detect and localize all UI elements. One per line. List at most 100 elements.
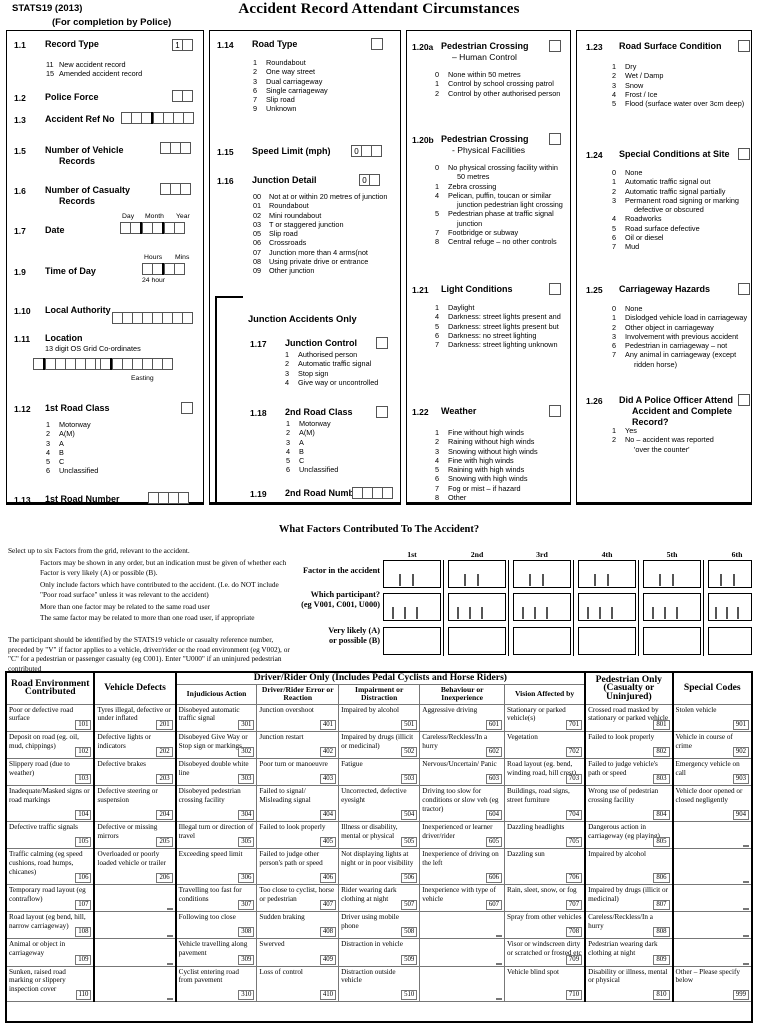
factor-cell[interactable]: Distraction in vehicle 509 (338, 938, 421, 967)
police-attend-input[interactable] (738, 394, 750, 406)
factor-cell[interactable]: Inadequate/Masked signs or road markings… (6, 785, 95, 823)
factor-cell[interactable]: Failed to signal/ Misleading signal 404 (256, 785, 340, 823)
factor-cell[interactable]: Visor or windscreen dirty or scratched o… (504, 938, 586, 967)
factor-cell[interactable]: Slippery road (due to weather) 103 (6, 758, 95, 787)
factor-cell[interactable]: Defective lights or indicators 202 (93, 730, 177, 760)
factor-cell[interactable]: Poor turn or manoeuvre 403 (256, 758, 340, 787)
road-surface-input[interactable] (738, 40, 750, 52)
factor-cell[interactable]: Distraction outside vehicle 510 (338, 965, 421, 1003)
factor-cell[interactable]: Vehicle in course of crime 902 (671, 730, 752, 760)
factor-cell[interactable]: Other – Please specify below 999 (671, 965, 752, 1003)
factor-cell[interactable] (93, 938, 177, 967)
factor-cell[interactable]: Stationary or parked vehicle(s) 701 (504, 703, 586, 732)
factor-cell[interactable]: Nervous/Uncertain/ Panic 603 (419, 758, 506, 787)
factor-cell[interactable]: Deposit on road (eg. oil, mud, chippings… (6, 730, 95, 760)
factor-cell[interactable]: Rain, sleet, snow, or fog 707 (504, 884, 586, 913)
speed-limit-input[interactable]: 0 (351, 145, 382, 157)
record-type-digit-2[interactable] (182, 39, 193, 51)
factor-cell[interactable]: Travelling too fast for conditions 307 (174, 884, 258, 913)
vehicle-records-input[interactable] (160, 142, 191, 154)
factor-cell[interactable]: Loss of control 410 (256, 965, 340, 1003)
factor-cell[interactable]: Driver using mobile phone 508 (338, 911, 421, 940)
factor-cell[interactable]: Road layout (eg. bend, winding road, hil… (504, 758, 586, 787)
factor-cell[interactable] (671, 821, 752, 850)
junction-control-input[interactable] (376, 337, 388, 349)
ref-digit[interactable] (183, 112, 194, 124)
factor-cell[interactable]: Driving too slow for conditions or slow … (419, 785, 506, 823)
factor-cell[interactable]: Sudden braking 408 (256, 911, 340, 940)
ped-crossing-physical-input[interactable] (549, 133, 561, 145)
factor-cell[interactable]: Failed to judge vehicle's path or speed 8… (584, 758, 674, 787)
factor-cell[interactable]: Impaired by drugs (illicit or medicinal)… (584, 884, 674, 913)
factor-cell[interactable] (671, 911, 752, 940)
factor-cell[interactable]: Disability or illness, mental or physica… (584, 965, 674, 1003)
factor-cell[interactable]: Defective brakes 203 (93, 758, 177, 787)
factor-cell[interactable]: Defective steering or suspension 204 (93, 785, 177, 823)
location-northing-input[interactable] (33, 358, 106, 370)
factor-cell[interactable] (419, 938, 506, 967)
factor-cell[interactable]: Emergency vehicle on call 903 (671, 758, 752, 787)
factor-cell[interactable] (671, 938, 752, 967)
weather-input[interactable] (549, 405, 561, 417)
factor-cell[interactable]: Careless/Reckless/In a hurry 808 (584, 911, 674, 940)
factor-cell[interactable] (93, 884, 177, 913)
factor-cell[interactable]: Illegal turn or direction of travel 305 (174, 821, 258, 850)
factor-cell[interactable]: Junction overshoot 401 (256, 703, 340, 732)
year-digit[interactable] (174, 222, 185, 234)
factor-cell[interactable] (93, 911, 177, 940)
speed-digit-3[interactable] (371, 145, 382, 157)
factor-cell[interactable]: Poor or defective road surface 101 (6, 703, 95, 732)
factor-cell[interactable]: Dazzling headlights 705 (504, 821, 586, 850)
factor-cell[interactable]: Aggressive driving 601 (419, 703, 506, 732)
factor-cell[interactable] (671, 848, 752, 886)
factor-cell[interactable]: Junction restart 402 (256, 730, 340, 760)
location-easting-input[interactable] (100, 358, 173, 370)
factor-cell[interactable]: Disobeyed Give Way or Stop sign or marki… (174, 730, 258, 760)
factor-cell[interactable]: Inexperience of driving on the left 606 (419, 848, 506, 886)
factor-cell[interactable]: Buildings, road signs, street furniture 7… (504, 785, 586, 823)
factor-cell[interactable]: Defective or missing mirrors 205 (93, 821, 177, 850)
factor-cell[interactable]: Vehicle travelling along pavement 309 (174, 938, 258, 967)
factor-cell[interactable]: Tyres illegal, defective or under inflat… (93, 703, 177, 732)
police-force-input[interactable] (172, 90, 193, 102)
junction-detail-input[interactable]: 0 (359, 174, 380, 186)
factor-cell[interactable]: Impaired by alcohol 806 (584, 848, 674, 886)
factor-cell[interactable]: Overloaded or poorly loaded vehicle or t… (93, 848, 177, 886)
factor-cell[interactable]: Road layout (eg bend, hill, narrow carri… (6, 911, 95, 940)
carriageway-hazards-input[interactable] (738, 283, 750, 295)
rn-digit[interactable] (178, 492, 189, 504)
factor-cell[interactable]: Inexperience with type of vehicle 607 (419, 884, 506, 913)
factor-box-6th[interactable] (708, 560, 752, 588)
factor-cell[interactable]: Impaired by drugs (illicit or medicinal)… (338, 730, 421, 760)
factor-cell[interactable]: Crossed road masked by stationary or par… (584, 703, 674, 732)
police-force-digit-2[interactable] (182, 90, 193, 102)
factor-cell[interactable]: Traffic calming (eg speed cushions, road… (6, 848, 95, 886)
likelihood-box-2nd[interactable] (448, 627, 506, 655)
factor-cell[interactable]: Pedestrian wearing dark clothing at nigh… (584, 938, 674, 967)
factor-cell[interactable]: Disobeyed automatic traffic signal 301 (174, 703, 258, 732)
factor-cell[interactable]: Failed to judge other person's path or s… (256, 848, 340, 886)
grid-digit[interactable] (162, 358, 173, 370)
factor-cell[interactable]: Dangerous action in carriageway (eg play… (584, 821, 674, 850)
likelihood-box-4th[interactable] (578, 627, 636, 655)
factor-cell[interactable]: Disobeyed double white line 303 (174, 758, 258, 787)
factor-cell[interactable]: Rider wearing dark clothing at night 507 (338, 884, 421, 913)
factor-cell[interactable]: Uncorrected, defective eyesight 504 (338, 785, 421, 823)
factor-cell[interactable]: Failed to look properly 802 (584, 730, 674, 760)
accident-ref-input[interactable] (121, 112, 194, 124)
light-conditions-input[interactable] (549, 283, 561, 295)
factor-cell[interactable]: Stolen vehicle 901 (671, 703, 752, 732)
factor-cell[interactable]: Careless/Reckless/In a hurry 602 (419, 730, 506, 760)
factor-cell[interactable] (419, 911, 506, 940)
factor-cell[interactable]: Wrong use of pedestrian crossing facilit… (584, 785, 674, 823)
likelihood-box-1st[interactable] (383, 627, 441, 655)
factor-cell[interactable]: Defective traffic signals 105 (6, 821, 95, 850)
factor-cell[interactable]: Animal or object in carriageway 109 (6, 938, 95, 967)
factor-cell[interactable]: Disobeyed pedestrian crossing facility 30… (174, 785, 258, 823)
min-digit[interactable] (174, 263, 185, 275)
factor-cell[interactable]: Too close to cyclist, horse or pedestria… (256, 884, 340, 913)
factor-cell[interactable]: Not displaying lights at night or in poo… (338, 848, 421, 886)
factor-cell[interactable] (419, 965, 506, 1003)
factor-cell[interactable]: Exceeding speed limit 306 (174, 848, 258, 886)
ped-crossing-human-input[interactable] (549, 40, 561, 52)
